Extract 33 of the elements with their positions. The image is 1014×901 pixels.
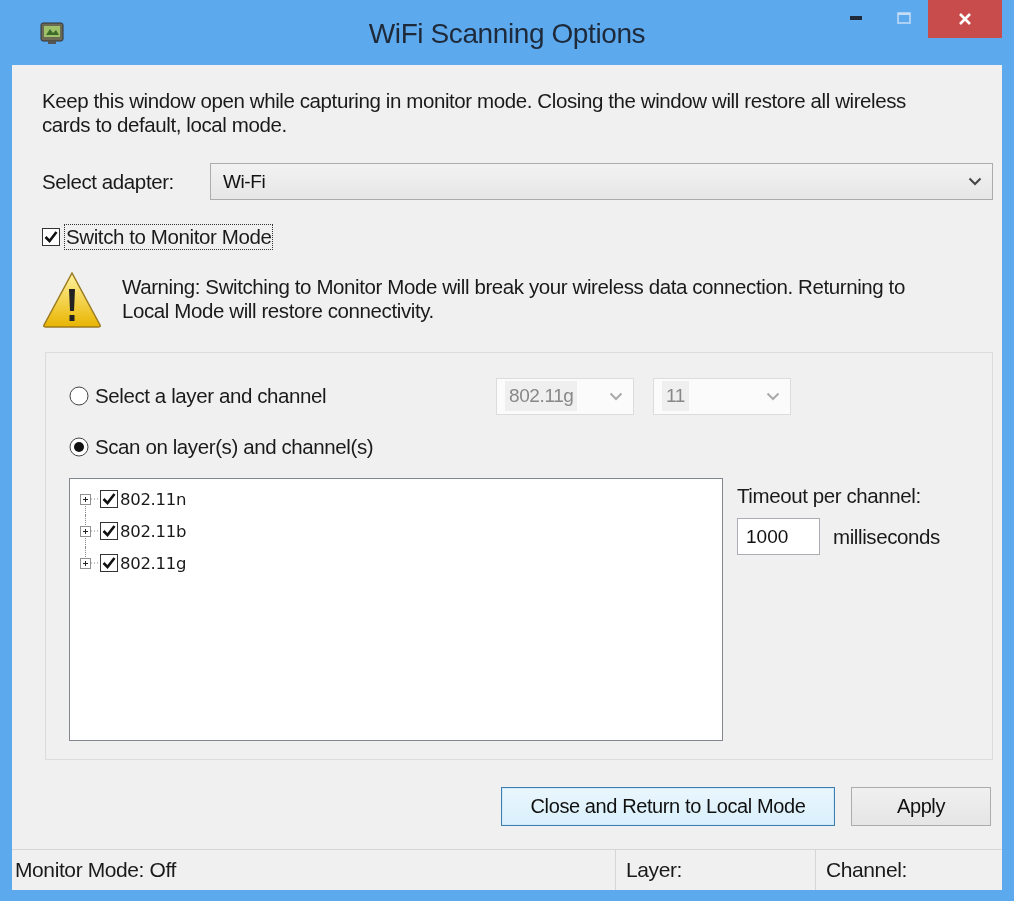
- radio-button[interactable]: [69, 437, 89, 457]
- apply-button[interactable]: Apply: [851, 787, 991, 826]
- maximize-icon: [897, 12, 911, 24]
- close-icon: [958, 12, 972, 26]
- warning-icon: [42, 271, 102, 329]
- adapter-dropdown[interactable]: Wi-Fi: [210, 163, 993, 200]
- monitor-mode-checkbox[interactable]: [42, 228, 60, 246]
- status-text: Monitor Mode: Off: [14, 857, 178, 883]
- expand-icon[interactable]: [80, 557, 91, 569]
- layer-checkbox[interactable]: [100, 490, 118, 508]
- status-text: Channel:: [815, 850, 1002, 890]
- expand-icon[interactable]: [80, 493, 91, 505]
- warning-text: Warning: Switching to Monitor Mode will break your wireless data connection. Returning to Local Mode will restore connectivity.: [122, 275, 906, 323]
- tree-item-label[interactable]: 802.11n: [120, 489, 187, 509]
- app-icon: [40, 22, 64, 44]
- tree-item-label[interactable]: 802.11g: [120, 553, 187, 573]
- radio-label[interactable]: Scan on layer(s) and channel(s): [95, 435, 374, 459]
- expand-icon[interactable]: [80, 525, 91, 537]
- layer-checkbox[interactable]: [100, 522, 118, 540]
- timeout-label: Timeout per channel:: [737, 484, 922, 508]
- status-text: Layer:: [615, 850, 815, 890]
- minimize-icon: [850, 16, 862, 20]
- window-title: WiFi Scanning Options: [368, 18, 646, 49]
- radio-button[interactable]: [69, 386, 89, 406]
- radio-label[interactable]: Select a layer and channel: [95, 384, 490, 408]
- layer-checkbox[interactable]: [100, 554, 118, 572]
- unit-label: milliseconds: [833, 524, 940, 549]
- timeout-field[interactable]: 1000: [737, 518, 820, 555]
- checkbox-label[interactable]: Switch to Monitor Mode: [64, 224, 274, 250]
- tree-item-label[interactable]: 802.11b: [120, 521, 187, 541]
- close-and-return-button[interactable]: Close and Return to Local Mode: [501, 787, 835, 826]
- intro-text: Keep this window open while capturing in monitor mode. Closing the window will restore all wireless cards to default, local mode.: [42, 89, 907, 137]
- adapter-label: Select adapter:: [42, 169, 175, 194]
